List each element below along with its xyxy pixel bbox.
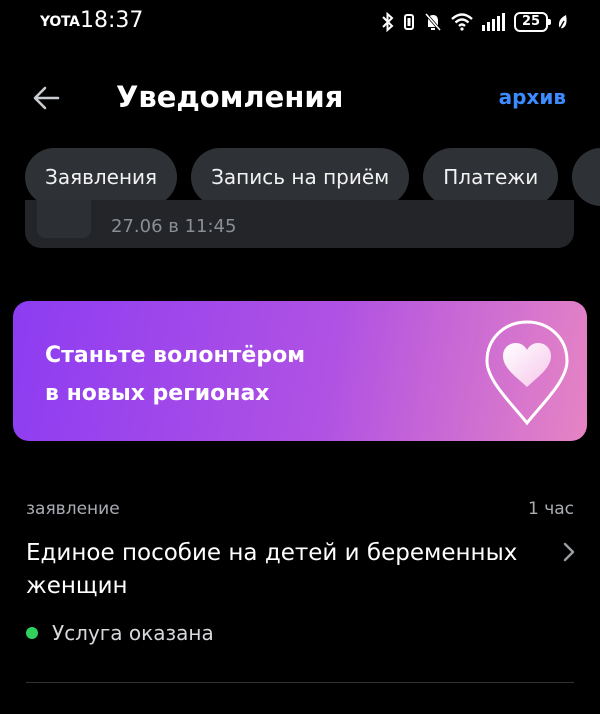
notification-type: заявление <box>26 499 120 519</box>
mute-icon <box>424 13 442 31</box>
vibrate-icon <box>404 14 414 30</box>
heart-pin-icon <box>485 320 569 426</box>
card-date: 27.06 в 11:45 <box>111 216 237 237</box>
archive-link[interactable]: архив <box>499 85 566 109</box>
leaf-icon <box>558 15 567 31</box>
promo-text: Станьте волонтёром в новых регионах <box>45 337 305 413</box>
status-bar: YOTA 18:37 25 <box>0 0 600 44</box>
tab-appointment[interactable]: Запись на приём <box>191 148 410 206</box>
filter-tabs: Заявления Запись на приём Платежи <box>25 148 600 206</box>
promo-line-2: в новых регионах <box>45 381 270 406</box>
arrow-left-icon <box>33 86 60 110</box>
notification-time: 1 час <box>527 499 574 519</box>
status-text: Услуга оказана <box>52 621 214 645</box>
wifi-icon <box>451 13 473 31</box>
battery-icon: 25 <box>514 12 551 32</box>
notification-title: Единое пособие на детей и беременных жен… <box>26 540 518 599</box>
tab-payments[interactable]: Платежи <box>423 148 559 206</box>
list-divider <box>26 682 574 683</box>
bluetooth-icon <box>382 12 394 32</box>
battery-level: 25 <box>521 14 541 29</box>
chevron-right-icon <box>563 542 575 562</box>
carrier-name: YOTA <box>40 14 80 30</box>
tab-applications[interactable]: Заявления <box>25 148 178 206</box>
signal-icon <box>482 13 505 31</box>
notification-card-partial[interactable]: 27.06 в 11:45 <box>25 200 574 248</box>
volunteer-promo-banner[interactable]: Станьте волонтёром в новых регионах <box>13 301 587 441</box>
app-header: Уведомления архив <box>0 70 600 126</box>
page-title: Уведомления <box>116 80 344 114</box>
status-dot-icon <box>26 627 38 639</box>
back-button[interactable] <box>30 82 62 114</box>
status-clock: 18:37 <box>80 8 144 33</box>
card-thumbnail <box>37 200 91 238</box>
promo-line-1: Станьте волонтёром <box>45 343 306 368</box>
status-icons: 25 <box>382 10 570 34</box>
tab-more-partial[interactable] <box>572 148 600 206</box>
notification-status: Услуга оказана <box>26 621 214 645</box>
notification-item[interactable]: заявление 1 час Единое пособие на детей … <box>0 485 600 685</box>
